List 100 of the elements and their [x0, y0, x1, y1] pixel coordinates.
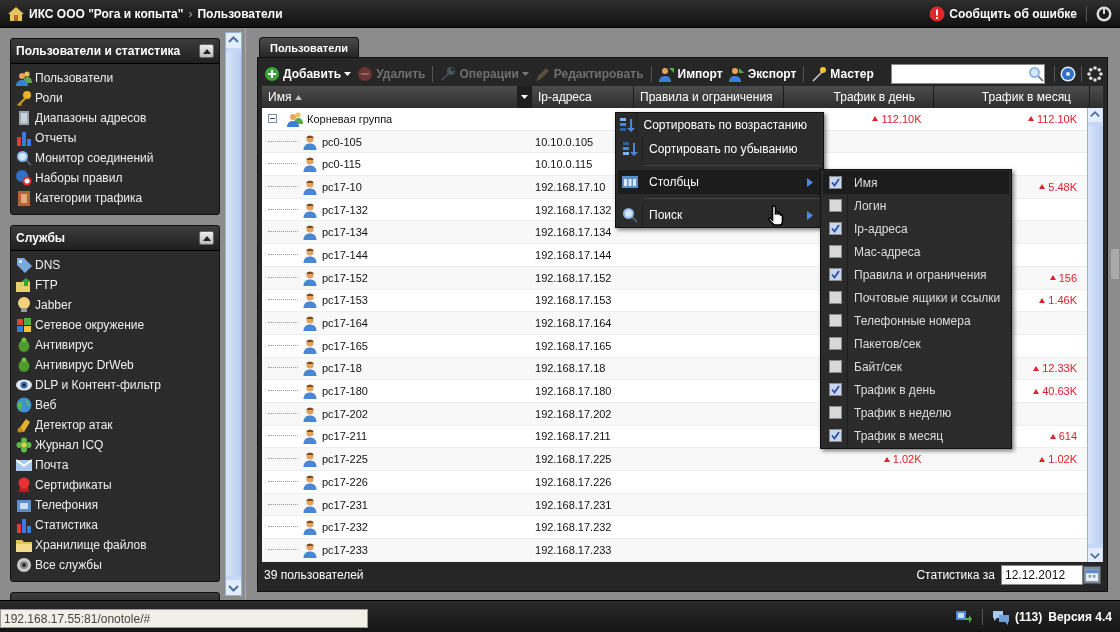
- toolbar-button[interactable]: Экспорт: [726, 66, 799, 82]
- sidebar-item[interactable]: Антивирус: [16, 335, 219, 355]
- table-cell: pc17-152: [322, 271, 368, 284]
- table-cell: 192.168.17.164: [535, 317, 612, 330]
- checkbox[interactable]: [828, 360, 842, 373]
- bar-chart-icon: [16, 517, 32, 533]
- menu-item[interactable]: Столбцы: [618, 170, 821, 194]
- table-cell: 192.168.17.144: [535, 248, 612, 261]
- menu-item[interactable]: Сортировать по возрастанию: [618, 113, 821, 137]
- home-icon: [8, 5, 24, 22]
- caret-icon: [520, 95, 528, 99]
- menu-item[interactable]: Правила и ограничения: [823, 263, 1009, 286]
- table-cell: 192.168.17.232: [535, 521, 612, 534]
- menu-item[interactable]: Трафик в день: [823, 378, 1009, 401]
- menu-item[interactable]: Mac-адреса: [823, 240, 1009, 263]
- menu-item[interactable]: Трафик в месяц: [823, 424, 1009, 447]
- scrollbar[interactable]: [1087, 108, 1103, 562]
- sidebar-item[interactable]: Антивирус DrWeb: [16, 355, 219, 375]
- sidebar-item[interactable]: Хранилище файлов: [16, 535, 219, 555]
- sidebar-item[interactable]: Детектор атак: [16, 415, 219, 435]
- table-cell: pc17-232: [322, 521, 368, 534]
- sidebar-item[interactable]: Все службы: [16, 555, 219, 575]
- menu-item[interactable]: Байт/сек: [823, 355, 1009, 378]
- sidebar-item[interactable]: Роли: [16, 88, 219, 108]
- toolbar-button[interactable]: Мастер: [809, 66, 876, 82]
- tree-toggle-icon[interactable]: [268, 114, 277, 124]
- checkbox[interactable]: [828, 199, 842, 212]
- sidebar-item[interactable]: Диапазоны адресов: [16, 108, 219, 128]
- message-count[interactable]: (113): [1014, 609, 1043, 624]
- menu-item[interactable]: Почтовые ящики и ссылки: [823, 286, 1009, 309]
- network-icon[interactable]: [955, 608, 972, 625]
- sidebar-item[interactable]: FTP: [16, 275, 219, 295]
- menu-item[interactable]: Сортировать по убыванию: [618, 137, 821, 161]
- toolbar-button[interactable]: Импорт: [656, 66, 725, 82]
- scroll-up-icon[interactable]: [226, 33, 241, 48]
- sidebar-item[interactable]: Отчеты: [16, 128, 219, 148]
- sidebar-item[interactable]: Пользователи: [16, 68, 219, 88]
- help-icon[interactable]: [1060, 66, 1076, 82]
- hand-cursor-icon: [768, 205, 784, 226]
- search-field[interactable]: [891, 64, 1045, 84]
- menu-item[interactable]: Трафик в неделю: [823, 401, 1009, 424]
- collapse-button[interactable]: [199, 231, 214, 245]
- table-cell: 5.48K: [1048, 180, 1078, 193]
- checkbox[interactable]: [828, 268, 842, 281]
- power-icon[interactable]: [1096, 5, 1112, 22]
- menu-item[interactable]: Ip-адреса: [823, 217, 1009, 240]
- table-cell: pc0-105: [322, 135, 362, 148]
- scroll-up-icon[interactable]: [1088, 108, 1103, 122]
- sidebar-item[interactable]: Наборы правил: [16, 168, 219, 188]
- users-icon: [658, 66, 675, 82]
- menu-item[interactable]: Телефонные номера: [823, 309, 1009, 332]
- sidebar-item[interactable]: Веб: [16, 395, 219, 415]
- checkbox[interactable]: [828, 176, 842, 189]
- toolbar-button[interactable]: Добавить: [262, 66, 354, 82]
- sidebar-item[interactable]: Монитор соединений: [16, 148, 219, 168]
- minus-icon: [357, 66, 374, 82]
- table-cell: pc17-18: [322, 362, 362, 375]
- checkbox[interactable]: [828, 245, 842, 258]
- checkbox[interactable]: [828, 291, 842, 304]
- plus-icon: [264, 66, 280, 82]
- sidebar-item[interactable]: Статистика: [16, 515, 219, 535]
- sort-ascending-icon: [619, 117, 636, 133]
- chat-icon[interactable]: [992, 608, 1009, 625]
- checkbox[interactable]: [828, 406, 842, 419]
- sidebar-item[interactable]: Сертификаты: [16, 475, 219, 495]
- sidebar-item[interactable]: Категории трафика: [16, 188, 219, 208]
- sidebar-item[interactable]: Журнал ICQ: [16, 435, 219, 455]
- sidebar-item[interactable]: Jabber: [16, 295, 219, 315]
- tab[interactable]: Пользователи: [259, 37, 359, 57]
- menu-item[interactable]: Имя: [823, 171, 1009, 194]
- menu-item[interactable]: Логин: [823, 194, 1009, 217]
- report-error-link[interactable]: Сообщить об ошибке: [929, 5, 1077, 22]
- checkbox[interactable]: [828, 222, 842, 235]
- up-arrow-icon: [1033, 365, 1040, 371]
- sidebar-item[interactable]: DNS: [16, 255, 219, 275]
- collapse-handle[interactable]: [1111, 249, 1119, 279]
- calendar-button[interactable]: [1083, 565, 1101, 584]
- table-cell: pc17-164: [322, 317, 368, 330]
- table-cell: pc17-211: [322, 430, 368, 443]
- triangle-icon: [202, 235, 211, 241]
- scroll-down-icon[interactable]: [226, 580, 241, 595]
- column-menu-trigger[interactable]: [517, 86, 531, 108]
- checkbox[interactable]: [828, 429, 842, 442]
- collapse-button[interactable]: [199, 44, 214, 58]
- date-field[interactable]: 12.12.2012: [1001, 564, 1083, 585]
- scroll-down-icon[interactable]: [1088, 548, 1103, 562]
- sidebar-item[interactable]: DLP и Контент-фильтр: [16, 375, 219, 395]
- ribbon-icon: [16, 477, 32, 493]
- settings-icon[interactable]: [1087, 66, 1103, 82]
- checkbox[interactable]: [828, 337, 842, 350]
- sidebar-item[interactable]: Телефония: [16, 495, 219, 515]
- user-icon: [302, 383, 318, 400]
- sidebar-item[interactable]: Сетевое окружение: [16, 315, 219, 335]
- scrollbar[interactable]: [225, 32, 242, 596]
- panel-title: Пользователи и статистика: [16, 44, 182, 58]
- checkbox[interactable]: [828, 314, 842, 327]
- sidebar-item[interactable]: Почта: [16, 455, 219, 475]
- checkbox[interactable]: [828, 383, 842, 396]
- menu-item[interactable]: Пакетов/сек: [823, 332, 1009, 355]
- alert-icon: [929, 5, 946, 22]
